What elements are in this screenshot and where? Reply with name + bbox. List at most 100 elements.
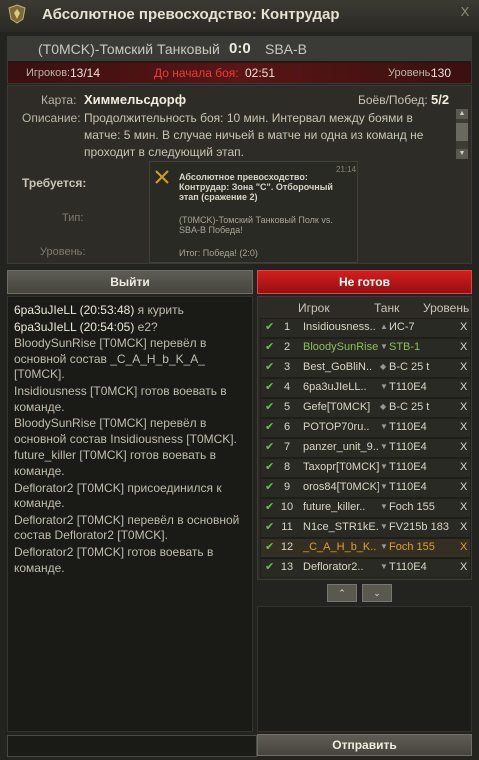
- ready-check-icon: ✔: [265, 481, 275, 493]
- battle-info-panel: Карта: Химмельсдорф Боёв/Побед: 5/2 Опис…: [7, 85, 472, 264]
- player-slot-number: 8: [283, 461, 291, 473]
- description-scrollbar[interactable]: ▲ ▼: [456, 109, 468, 159]
- map-label: Карта:: [41, 93, 77, 107]
- timer-label: До начала боя:: [154, 66, 239, 80]
- roster-row[interactable]: ✔ 10 future_killer.. ▼ Foch 155 X: [260, 498, 471, 518]
- player-slot-number: 5: [283, 401, 291, 413]
- map-name: Химмельсдорф: [84, 92, 187, 107]
- timer-value: 02:51: [245, 66, 276, 80]
- tank-tier: X: [460, 381, 468, 393]
- roster-row[interactable]: ✔ 4 6pa3uJIeLL.. ▼ T110E4 X: [260, 378, 471, 398]
- chat-text: е2?: [134, 319, 158, 334]
- tank-name: T110E4: [389, 421, 427, 433]
- player-name: 6pa3uJIeLL..: [303, 381, 367, 393]
- tank-class-icon: ▼: [380, 342, 388, 351]
- roster-row[interactable]: ✔ 5 Gefe[T0MCK] ◆ B-C 25 t X: [260, 398, 471, 418]
- player-slot-number: 9: [283, 481, 291, 493]
- tank-class-icon: ▼: [380, 462, 388, 471]
- tank-tier: X: [460, 501, 468, 513]
- roster-row[interactable]: ✔ 2 BloodySunRise.. ▼ STB-1 X: [260, 338, 471, 358]
- player-slot-number: 12: [280, 541, 294, 553]
- chat-message: Deflorator2 [T0MCK] присоединился к кома…: [14, 480, 222, 511]
- roster-row[interactable]: ✔ 6 POTOP70ru.. ▼ T110E4 X: [260, 418, 471, 438]
- player-slot-number: 4: [283, 381, 291, 393]
- player-name: Gefe[T0MCK]: [303, 401, 371, 413]
- roster-row[interactable]: ✔ 8 Taxopr[T0MCK] ▼ T110E4 X: [260, 458, 471, 478]
- roster-row[interactable]: ✔ 7 panzer_unit_9.. ▼ T110E4 X: [260, 438, 471, 458]
- player-name: panzer_unit_9..: [303, 441, 379, 453]
- chat-panel: 6pa3uJIeLL (20:53:48) я курить 6pa3uJIeL…: [7, 296, 253, 732]
- clan-emblem-icon: [8, 4, 26, 24]
- ready-check-icon: ✔: [265, 521, 275, 533]
- close-icon[interactable]: X: [457, 4, 473, 20]
- roster-down-button[interactable]: ⌄: [362, 584, 392, 602]
- ready-check-icon: ✔: [265, 561, 275, 573]
- player-name: oros84[T0MCK]: [303, 481, 379, 493]
- scroll-thumb[interactable]: [456, 123, 468, 141]
- roster-row[interactable]: ✔ 13 Deflorator2.. ▼ T110E4 X: [260, 558, 471, 578]
- tank-class-icon: ◆: [380, 362, 387, 371]
- level-value: 130: [431, 66, 452, 80]
- tank-name: B-C 25 t: [389, 361, 430, 373]
- player-name: POTOP70ru..: [303, 421, 370, 433]
- roster-row[interactable]: ✔ 12 _C_A_H_b_K.. ▼ Foch 155 X: [260, 538, 471, 558]
- team-roster: Игрок Танк Уровень ✔ 1 Insidiousness.. ▲ ИС-…: [257, 296, 472, 580]
- score: 0:0: [229, 40, 251, 57]
- player-slot-number: 10: [280, 501, 294, 513]
- column-player[interactable]: Игрок: [298, 301, 330, 315]
- send-button[interactable]: Отправить: [257, 734, 472, 756]
- ready-check-icon: ✔: [265, 401, 275, 413]
- tank-tier: X: [460, 361, 468, 373]
- tank-class-icon: ▼: [380, 422, 388, 431]
- chat-input[interactable]: [7, 735, 257, 757]
- players-label: Игроков:: [26, 67, 71, 79]
- scroll-up-icon[interactable]: ▲: [456, 109, 468, 119]
- title-bar: Абсолютное превосходство: Контрудар X: [0, 0, 479, 32]
- tank-name: B-C 25 t: [389, 401, 430, 413]
- tank-class-icon: ▼: [380, 502, 388, 511]
- ready-check-icon: ✔: [265, 501, 275, 513]
- chat-sender: 6pa3uJIeLL (20:53:48): [14, 303, 135, 317]
- column-tank[interactable]: Танк: [374, 301, 399, 315]
- tank-tier: X: [460, 401, 468, 413]
- popup-title: Абсолютное превосходство: Контрудар: Зон…: [179, 172, 333, 202]
- player-name: Insidiousness..: [303, 321, 376, 333]
- tank-tier: X: [460, 421, 468, 433]
- chat-text: я курить: [134, 303, 184, 317]
- level-label: Уровень:: [388, 67, 434, 79]
- tank-tier: X: [460, 341, 468, 353]
- roster-row[interactable]: ✔ 11 N1ce_STR1kE.. ▼ FV215b 183 X: [260, 518, 471, 538]
- tank-tier: X: [460, 541, 468, 553]
- player-slot-number: 6: [283, 421, 291, 433]
- tank-name: Foch 155: [389, 501, 435, 513]
- tank-class-icon: ▼: [380, 542, 388, 551]
- player-name: Taxopr[T0MCK]: [303, 461, 379, 473]
- battles-label: Боёв/Побед:: [358, 93, 428, 107]
- popup-result: Итог: Победа! (2:0): [179, 248, 258, 258]
- tank-class-icon: ▼: [380, 442, 388, 451]
- ready-check-icon: ✔: [265, 321, 275, 333]
- scroll-down-icon[interactable]: ▼: [456, 149, 468, 159]
- player-slot-number: 11: [281, 521, 293, 533]
- not-ready-button[interactable]: Не готов: [257, 270, 472, 294]
- notification-popup: 21:14 Абсолютное превосходство: Контруда…: [149, 161, 358, 263]
- player-name: BloodySunRise..: [303, 341, 379, 353]
- required-label: Требуется:: [22, 176, 87, 190]
- chat-message: BloodySunRise [T0MCK] перевёл в основной…: [14, 336, 207, 382]
- ready-check-icon: ✔: [265, 381, 275, 393]
- roster-row[interactable]: ✔ 3 Best_GoBliN.. ◆ B-C 25 t X: [260, 358, 471, 378]
- crossed-swords-icon: [155, 170, 169, 184]
- chat-sender: 6pa3uJIeLL (20:54:05): [14, 319, 135, 334]
- roster-up-button[interactable]: ⌃: [327, 584, 357, 602]
- player-slot-number: 7: [283, 441, 291, 453]
- player-name: Deflorator2..: [303, 561, 364, 573]
- player-slot-number: 1: [283, 321, 291, 333]
- roster-row[interactable]: ✔ 9 oros84[T0MCK] ▼ T110E4 X: [260, 478, 471, 498]
- player-slot-number: 3: [283, 361, 291, 373]
- tank-class-icon: ▼: [380, 382, 388, 391]
- exit-button[interactable]: Выйти: [7, 270, 253, 294]
- chat-message: future_killer [T0MCK] готов воевать в ко…: [14, 448, 216, 478]
- column-level[interactable]: Уровень: [423, 301, 469, 315]
- roster-row[interactable]: ✔ 1 Insidiousness.. ▲ ИС-7 X: [260, 318, 471, 338]
- team-b-name: SBA-B: [265, 41, 308, 57]
